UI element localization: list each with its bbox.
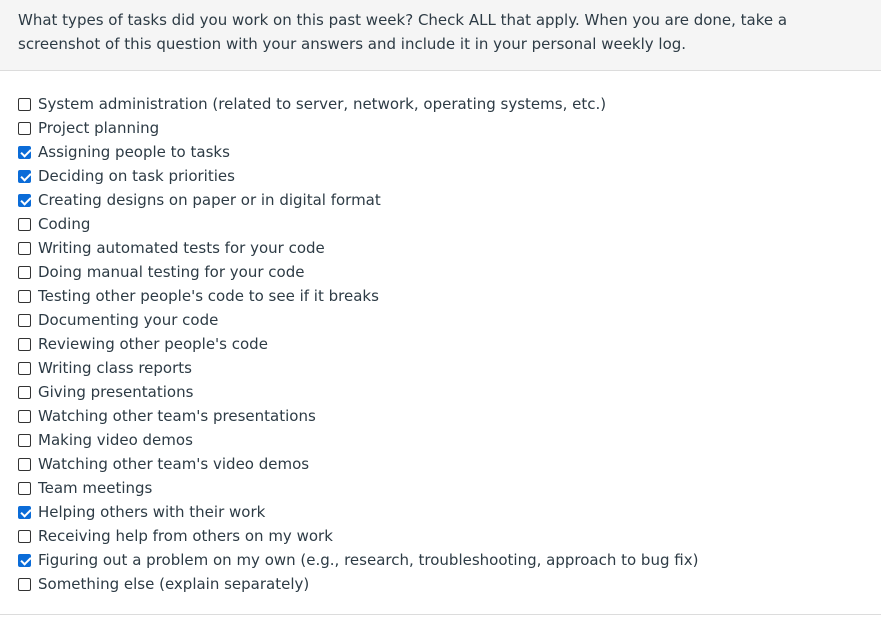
answer-label: Writing automated tests for your code <box>38 239 325 257</box>
bottom-divider <box>0 614 881 615</box>
answer-option[interactable]: Reviewing other people's code <box>18 332 878 356</box>
answer-option[interactable]: System administration (related to server… <box>18 92 878 116</box>
answer-option[interactable]: Receiving help from others on my work <box>18 524 878 548</box>
checkbox-unchecked[interactable] <box>18 97 31 111</box>
checkbox-unchecked[interactable] <box>18 313 31 327</box>
checkbox-checked[interactable] <box>18 193 31 207</box>
answer-label: Figuring out a problem on my own (e.g., … <box>38 551 699 569</box>
answer-label: System administration (related to server… <box>38 95 607 113</box>
answer-label: Assigning people to tasks <box>38 143 230 161</box>
checkbox-unchecked[interactable] <box>18 409 31 423</box>
answer-option[interactable]: Watching other team's presentations <box>18 404 878 428</box>
answer-label: Reviewing other people's code <box>38 335 268 353</box>
answer-option[interactable]: Something else (explain separately) <box>18 572 878 596</box>
answer-label: Receiving help from others on my work <box>38 527 333 545</box>
checkbox-unchecked[interactable] <box>18 457 31 471</box>
answer-option[interactable]: Giving presentations <box>18 380 878 404</box>
answer-option[interactable]: Watching other team's video demos <box>18 452 878 476</box>
answer-label: Documenting your code <box>38 311 219 329</box>
checkbox-unchecked[interactable] <box>18 361 31 375</box>
checkbox-unchecked[interactable] <box>18 529 31 543</box>
answer-option[interactable]: Creating designs on paper or in digital … <box>18 188 878 212</box>
answer-label: Watching other team's presentations <box>38 407 316 425</box>
answer-option[interactable]: Coding <box>18 212 878 236</box>
answer-label: Writing class reports <box>38 359 192 377</box>
answer-option[interactable]: Figuring out a problem on my own (e.g., … <box>18 548 878 572</box>
checkbox-checked[interactable] <box>18 505 31 519</box>
checkbox-unchecked[interactable] <box>18 577 31 591</box>
answer-label: Doing manual testing for your code <box>38 263 305 281</box>
checkbox-unchecked[interactable] <box>18 241 31 255</box>
answer-label: Deciding on task priorities <box>38 167 235 185</box>
checkbox-unchecked[interactable] <box>18 289 31 303</box>
answer-option[interactable]: Documenting your code <box>18 308 878 332</box>
answer-option[interactable]: Assigning people to tasks <box>18 140 878 164</box>
answer-label: Project planning <box>38 119 160 137</box>
answer-label: Giving presentations <box>38 383 194 401</box>
answer-option[interactable]: Team meetings <box>18 476 878 500</box>
answer-option[interactable]: Doing manual testing for your code <box>18 260 878 284</box>
answer-label: Making video demos <box>38 431 193 449</box>
question-header: What types of tasks did you work on this… <box>0 0 881 71</box>
checkbox-checked[interactable] <box>18 169 31 183</box>
checkbox-unchecked[interactable] <box>18 481 31 495</box>
checkbox-checked[interactable] <box>18 553 31 567</box>
answer-label: Testing other people's code to see if it… <box>38 287 379 305</box>
answer-label: Coding <box>38 215 91 233</box>
answer-label: Helping others with their work <box>38 503 266 521</box>
answer-label: Watching other team's video demos <box>38 455 310 473</box>
checkbox-unchecked[interactable] <box>18 217 31 231</box>
checkbox-unchecked[interactable] <box>18 265 31 279</box>
checkbox-unchecked[interactable] <box>18 337 31 351</box>
answer-option[interactable]: Helping others with their work <box>18 500 878 524</box>
answer-label: Team meetings <box>38 479 153 497</box>
answer-option[interactable]: Testing other people's code to see if it… <box>18 284 878 308</box>
question-text: What types of tasks did you work on this… <box>18 11 788 53</box>
answer-label: Something else (explain separately) <box>38 575 310 593</box>
answer-option[interactable]: Writing class reports <box>18 356 878 380</box>
answer-option[interactable]: Deciding on task priorities <box>18 164 878 188</box>
checkbox-unchecked[interactable] <box>18 121 31 135</box>
answer-list: System administration (related to server… <box>18 92 878 596</box>
answer-option[interactable]: Project planning <box>18 116 878 140</box>
answer-option[interactable]: Making video demos <box>18 428 878 452</box>
checkbox-unchecked[interactable] <box>18 385 31 399</box>
checkbox-checked[interactable] <box>18 145 31 159</box>
checkbox-unchecked[interactable] <box>18 433 31 447</box>
answer-option[interactable]: Writing automated tests for your code <box>18 236 878 260</box>
answer-label: Creating designs on paper or in digital … <box>38 191 381 209</box>
